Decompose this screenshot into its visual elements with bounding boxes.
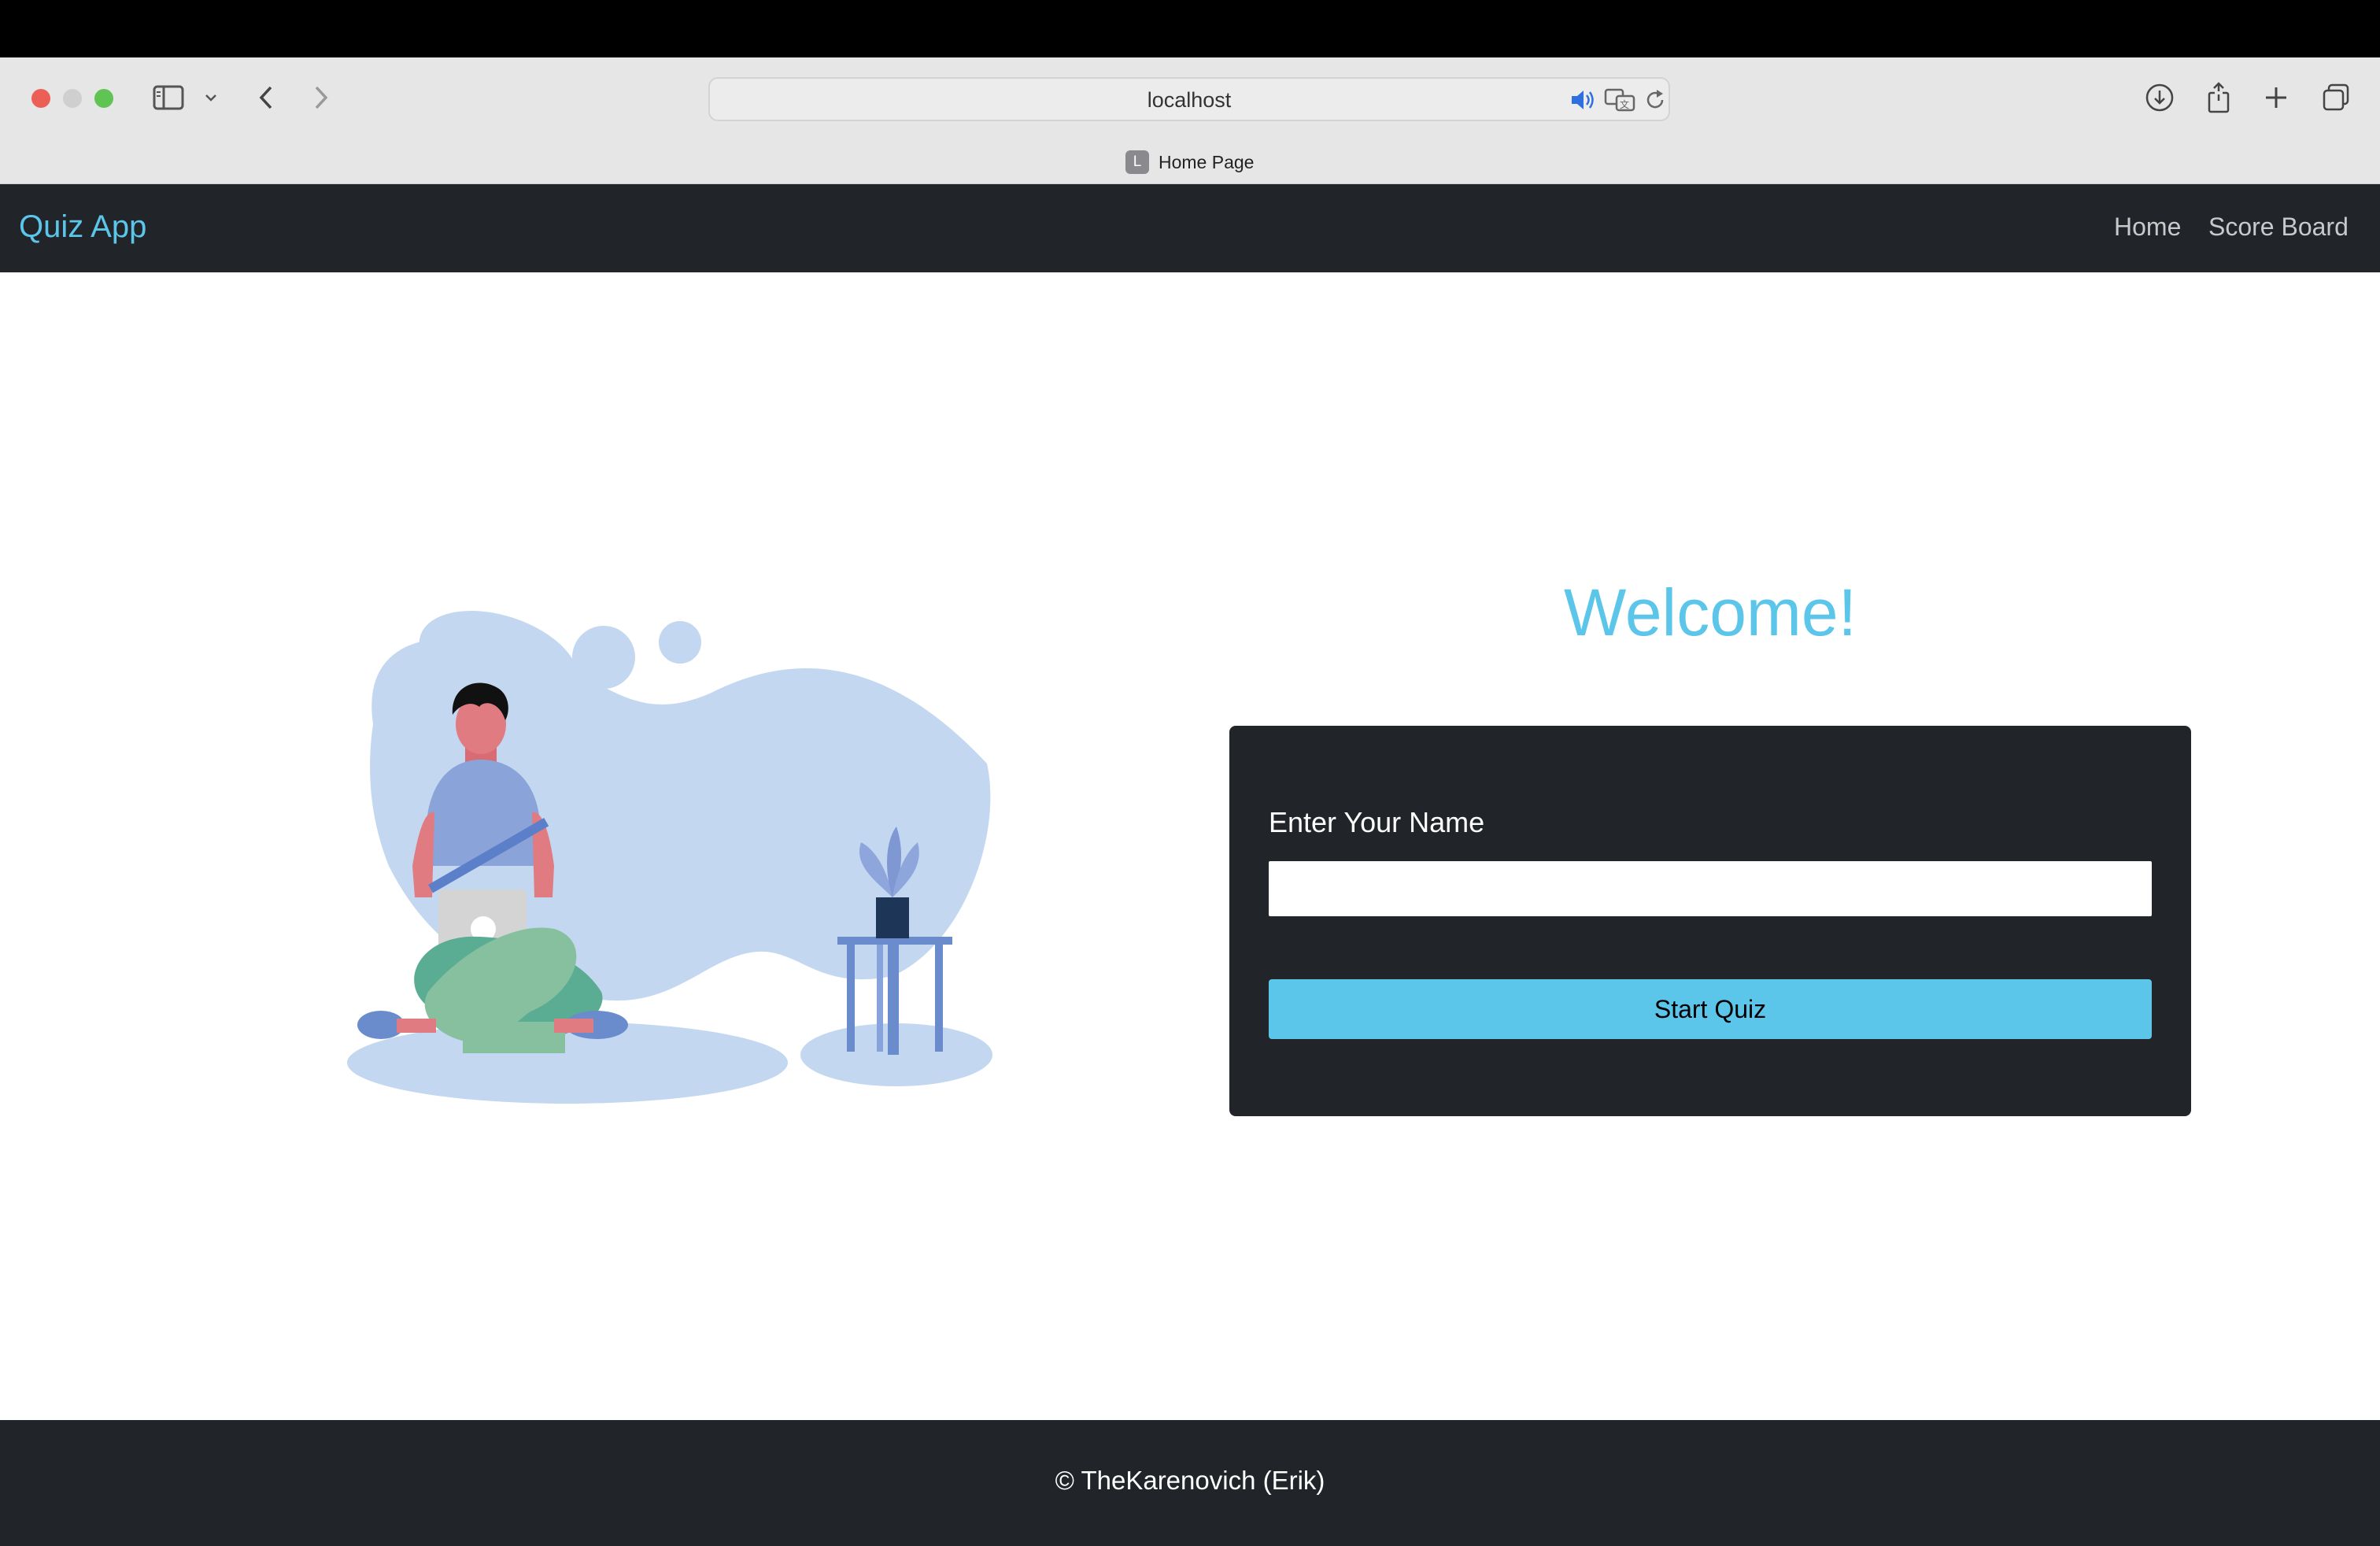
url-text: localhost (1147, 88, 1232, 112)
sidebar-toggle-icon[interactable] (150, 79, 187, 117)
tab-overview-icon[interactable] (2317, 79, 2355, 117)
close-window-button[interactable] (31, 89, 50, 108)
new-tab-icon[interactable] (2257, 79, 2295, 117)
minimize-window-button[interactable] (63, 89, 82, 108)
back-icon[interactable] (247, 79, 285, 117)
hero-illustration (342, 583, 995, 1110)
navbar: Quiz App Home Score Board (0, 184, 2380, 272)
address-bar[interactable]: localhost 文 (708, 77, 1670, 121)
system-top-bar (0, 0, 2380, 57)
chevron-down-icon[interactable] (195, 79, 227, 117)
share-icon[interactable] (2200, 79, 2238, 117)
reload-icon[interactable] (1643, 88, 1667, 116)
forward-icon[interactable] (302, 79, 340, 117)
welcome-heading: Welcome! (1564, 575, 1857, 649)
footer-copyright: © TheKarenovich (Erik) (1055, 1466, 1325, 1495)
nav-link-score-board[interactable]: Score Board (2208, 213, 2349, 242)
tab-title: Home Page (1159, 151, 1255, 172)
nav-link-home[interactable]: Home (2114, 213, 2181, 242)
favicon-icon: L (1125, 150, 1149, 174)
speaker-icon[interactable] (1569, 88, 1596, 116)
footer: © TheKarenovich (Erik) (0, 1420, 2380, 1546)
svg-text:文: 文 (1620, 98, 1629, 110)
tab-home-page[interactable]: L Home Page (1125, 150, 1254, 175)
translate-icon[interactable]: 文 (1604, 87, 1635, 117)
name-label: Enter Your Name (1269, 806, 1485, 838)
downloads-icon[interactable] (2141, 79, 2179, 117)
start-quiz-button[interactable]: Start Quiz (1269, 979, 2152, 1039)
navbar-brand[interactable]: Quiz App (19, 209, 146, 245)
name-input[interactable] (1269, 861, 2152, 916)
maximize-window-button[interactable] (94, 89, 113, 108)
name-form-card: Enter Your Name Start Quiz (1229, 726, 2191, 1116)
